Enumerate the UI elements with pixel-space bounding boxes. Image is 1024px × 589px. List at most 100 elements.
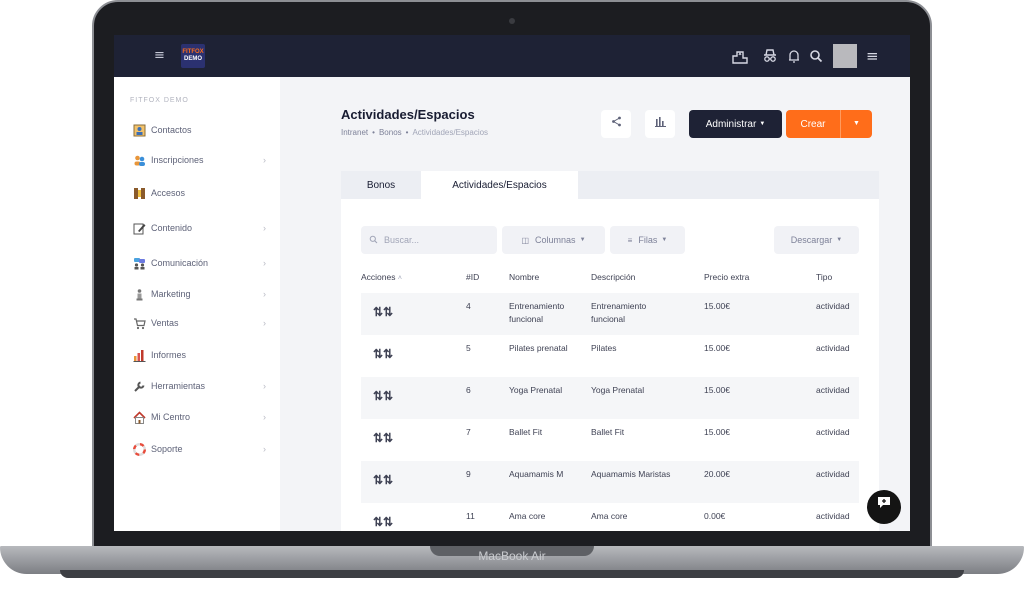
sidebar-item-label: Inscripciones bbox=[151, 155, 204, 165]
chevron-right-icon: › bbox=[263, 223, 266, 233]
sidebar-item-herramientas[interactable]: Herramientas › bbox=[132, 377, 266, 395]
actions-sliders-icon[interactable]: ⇅⇅ bbox=[373, 516, 393, 529]
crear-label: Crear bbox=[800, 118, 826, 130]
download-button[interactable]: Descargar ▼ bbox=[774, 226, 859, 254]
cell-tipo: actividad bbox=[816, 427, 850, 437]
crear-dropdown-toggle[interactable]: ▼ bbox=[840, 110, 872, 138]
stats-button[interactable] bbox=[645, 110, 675, 138]
table-row[interactable]: ⇅⇅ 9 Aquamamis M Aquamamis Maristas 20.0… bbox=[361, 461, 859, 503]
sidebar-item-accesos[interactable]: Accesos bbox=[132, 184, 266, 202]
chat-support-button[interactable] bbox=[867, 490, 901, 524]
cell-descripcion: Pilates bbox=[591, 343, 617, 353]
content-card: Bonos Actividades/Espacios ◫Columnas▼ ≡F… bbox=[341, 171, 879, 531]
administrar-label: Administrar bbox=[705, 118, 757, 130]
cell-precio: 15.00€ bbox=[704, 427, 730, 437]
actions-sliders-icon[interactable]: ⇅⇅ bbox=[373, 432, 393, 445]
sidebar-item-label: Comunicación bbox=[151, 258, 209, 268]
sidebar-item-mi-centro[interactable]: Mi Centro › bbox=[132, 408, 266, 426]
rows-label: Filas bbox=[638, 235, 658, 245]
search-input[interactable] bbox=[384, 235, 484, 245]
sidebar-item-inscripciones[interactable]: Inscripciones › bbox=[132, 151, 266, 169]
rows-button[interactable]: ≡ Filas ▼ bbox=[610, 226, 685, 254]
sort-icon: ˄ bbox=[397, 275, 402, 282]
cell-id: 9 bbox=[466, 469, 471, 479]
sidebar-item-informes[interactable]: Informes bbox=[132, 346, 266, 364]
search-icon[interactable] bbox=[807, 47, 825, 65]
avatar[interactable] bbox=[833, 44, 857, 68]
column-header-id[interactable]: #ID bbox=[466, 272, 479, 282]
cell-descripcion: Aquamamis Maristas bbox=[591, 469, 671, 479]
laptop-foot bbox=[60, 570, 964, 578]
table-row[interactable]: ⇅⇅ 6 Yoga Prenatal Yoga Prenatal 15.00€ … bbox=[361, 377, 859, 419]
users-icon bbox=[132, 153, 146, 167]
app-screen: ≡ FITFOX DEMO ≡ FITFOX DEMO Contactos In… bbox=[114, 35, 910, 531]
actions-sliders-icon[interactable]: ⇅⇅ bbox=[373, 390, 393, 403]
cell-nombre: Yoga Prenatal bbox=[509, 385, 563, 395]
sidebar-item-label: Soporte bbox=[151, 444, 183, 454]
column-header-descripcion[interactable]: Descripción bbox=[591, 272, 635, 282]
cell-tipo: actividad bbox=[816, 385, 850, 395]
logo-line-1: FITFOX bbox=[182, 49, 204, 55]
columns-label: Columnas bbox=[535, 235, 576, 245]
caret-down-icon: ▼ bbox=[759, 121, 766, 127]
column-header-nombre[interactable]: Nombre bbox=[509, 272, 539, 282]
bell-icon[interactable] bbox=[785, 47, 803, 65]
app-logo[interactable]: FITFOX DEMO bbox=[181, 44, 205, 68]
laptop-mockup: MacBook Air ≡ FITFOX DEMO ≡ FITFOX DEMO … bbox=[0, 0, 1024, 589]
cell-id: 4 bbox=[466, 301, 471, 311]
share-button[interactable] bbox=[601, 110, 631, 138]
administrar-button[interactable]: Administrar ▼ bbox=[689, 110, 782, 138]
actions-sliders-icon[interactable]: ⇅⇅ bbox=[373, 474, 393, 487]
sidebar-item-label: Herramientas bbox=[151, 381, 206, 391]
edit-icon bbox=[132, 221, 146, 235]
tab-actividades-espacios[interactable]: Actividades/Espacios bbox=[421, 171, 578, 199]
breadcrumb: Intranet • Bonos • Actividades/Espacios bbox=[341, 128, 488, 137]
table-row[interactable]: ⇅⇅ 11 Ama core Ama core 0.00€ actividad bbox=[361, 503, 859, 531]
menu-icon[interactable]: ≡ bbox=[866, 47, 879, 65]
actions-sliders-icon[interactable]: ⇅⇅ bbox=[373, 306, 393, 319]
tab-bonos[interactable]: Bonos bbox=[341, 171, 421, 199]
table-row[interactable]: ⇅⇅ 5 Pilates prenatal Pilates 15.00€ act… bbox=[361, 335, 859, 377]
cell-descripcion: Entrenamiento funcional bbox=[591, 301, 647, 324]
column-header-precio[interactable]: Precio extra bbox=[704, 272, 749, 282]
cell-id: 7 bbox=[466, 427, 471, 437]
ranking-icon[interactable] bbox=[731, 47, 749, 65]
column-header-acciones[interactable]: Acciones ˄ bbox=[361, 272, 402, 282]
columns-button[interactable]: ◫ Columnas ▼ bbox=[502, 226, 605, 254]
organization-name: FITFOX DEMO bbox=[130, 97, 189, 104]
chat-people-icon bbox=[132, 256, 146, 270]
caret-down-icon: ▼ bbox=[661, 237, 668, 243]
wrench-icon bbox=[132, 379, 146, 393]
tab-bar: Bonos Actividades/Espacios bbox=[341, 171, 879, 199]
crear-button[interactable]: Crear ▼ bbox=[786, 110, 872, 138]
cell-tipo: actividad bbox=[816, 301, 850, 311]
breadcrumb-item[interactable]: Bonos bbox=[379, 128, 402, 137]
sidebar-item-soporte[interactable]: Soporte › bbox=[132, 440, 266, 458]
search-box[interactable] bbox=[361, 226, 497, 254]
cell-tipo: actividad bbox=[816, 511, 850, 521]
sidebar-item-label: Informes bbox=[151, 350, 187, 360]
sidebar-toggle-icon[interactable]: ≡ bbox=[154, 48, 165, 63]
chevron-right-icon: › bbox=[263, 412, 266, 422]
spy-icon[interactable] bbox=[761, 47, 779, 65]
cell-nombre: Ballet Fit bbox=[509, 427, 543, 437]
caret-down-icon: ▼ bbox=[836, 237, 843, 243]
sidebar-item-contenido[interactable]: Contenido › bbox=[132, 219, 266, 237]
cell-nombre: Aquamamis M bbox=[509, 469, 564, 479]
actions-sliders-icon[interactable]: ⇅⇅ bbox=[373, 348, 393, 361]
sidebar-item-marketing[interactable]: Marketing › bbox=[132, 285, 266, 303]
breadcrumb-item[interactable]: Intranet bbox=[341, 128, 368, 137]
table-row[interactable]: ⇅⇅ 7 Ballet Fit Ballet Fit 15.00€ activi… bbox=[361, 419, 859, 461]
search-icon bbox=[369, 235, 378, 246]
cell-precio: 0.00€ bbox=[704, 511, 726, 521]
sidebar-item-contactos[interactable]: Contactos bbox=[132, 121, 266, 139]
table-row[interactable]: ⇅⇅ 4 Entrenamiento funcional Entrenamien… bbox=[361, 293, 859, 335]
column-header-tipo[interactable]: Tipo bbox=[816, 272, 832, 282]
column-header-label: Acciones bbox=[361, 272, 396, 282]
sidebar-item-comunicacion[interactable]: Comunicación › bbox=[132, 254, 266, 272]
cell-id: 11 bbox=[466, 511, 475, 521]
cart-icon bbox=[132, 316, 146, 330]
download-label: Descargar bbox=[790, 235, 833, 245]
logo-line-2: DEMO bbox=[184, 56, 202, 62]
sidebar-item-ventas[interactable]: Ventas › bbox=[132, 314, 266, 332]
